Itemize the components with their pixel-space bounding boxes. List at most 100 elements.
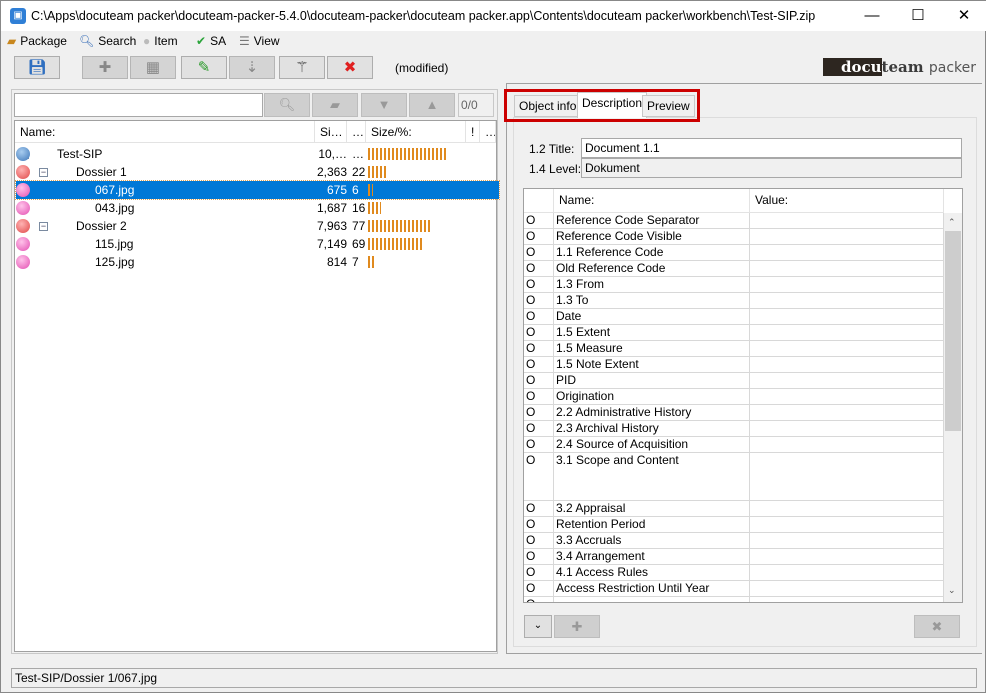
- row-value[interactable]: [750, 501, 944, 516]
- scrollbar-thumb[interactable]: [945, 231, 961, 431]
- column-size-bar[interactable]: Size/%:: [366, 121, 466, 143]
- add-field-button[interactable]: ✚: [554, 615, 600, 638]
- menu-view[interactable]: ☰ View: [239, 34, 280, 48]
- metadata-row[interactable]: O 3.4 Arrangement: [524, 549, 944, 565]
- search-button[interactable]: 🔍︎: [264, 93, 310, 117]
- metadata-row[interactable]: O Reference Code Visible: [524, 229, 944, 245]
- row-value[interactable]: [750, 533, 944, 548]
- metadata-row[interactable]: O Old Reference Code: [524, 261, 944, 277]
- row-value[interactable]: [750, 581, 944, 596]
- row-value[interactable]: [750, 325, 944, 340]
- row-value[interactable]: [750, 309, 944, 324]
- metadata-row[interactable]: O 3.2 Appraisal: [524, 501, 944, 517]
- menu-search[interactable]: 🔍︎ Search: [79, 34, 136, 48]
- remove-field-button[interactable]: ✖: [914, 615, 960, 638]
- row-value[interactable]: [750, 597, 944, 602]
- column-value[interactable]: Value:: [750, 189, 944, 213]
- row-value[interactable]: [750, 565, 944, 580]
- tree-row[interactable]: 125.jpg 814 7: [16, 253, 499, 271]
- collapse-icon[interactable]: −: [39, 222, 48, 231]
- row-value[interactable]: [750, 389, 944, 404]
- row-flag: O: [524, 437, 554, 452]
- root-icon: [16, 147, 30, 161]
- column-size[interactable]: Si…: [315, 121, 347, 143]
- metadata-row[interactable]: O Retention Period: [524, 517, 944, 533]
- title-field[interactable]: Document 1.1: [581, 138, 962, 158]
- row-flag: O: [524, 229, 554, 244]
- row-value[interactable]: [750, 373, 944, 388]
- sort-button[interactable]: ⇣: [229, 56, 275, 79]
- tree-row[interactable]: − Dossier 2 7,963 77: [16, 217, 499, 235]
- wand-button[interactable]: ⚚: [279, 56, 325, 79]
- node-percent: 22: [352, 165, 366, 179]
- minimize-button[interactable]: —: [849, 1, 895, 31]
- metadata-row[interactable]: O: [524, 597, 944, 602]
- metadata-row[interactable]: O PID: [524, 373, 944, 389]
- delete-button[interactable]: ✖: [327, 56, 373, 79]
- metadata-row[interactable]: O 1.5 Note Extent: [524, 357, 944, 373]
- row-value[interactable]: [750, 405, 944, 420]
- metadata-row[interactable]: O 1.1 Reference Code: [524, 245, 944, 261]
- tree-row[interactable]: 115.jpg 7,149 69: [16, 235, 499, 253]
- metadata-row[interactable]: O 3.1 Scope and Content: [524, 453, 944, 501]
- tree-row[interactable]: −Test-SIP10,……: [16, 145, 499, 163]
- previous-result-button[interactable]: ▲: [409, 93, 455, 117]
- search-input[interactable]: [14, 93, 263, 117]
- row-value[interactable]: [750, 357, 944, 372]
- row-value[interactable]: [750, 341, 944, 356]
- close-button[interactable]: ✕: [941, 1, 986, 31]
- menu-item[interactable]: ● Item: [143, 34, 178, 48]
- row-value[interactable]: [750, 293, 944, 308]
- column-percent[interactable]: …: [347, 121, 366, 143]
- metadata-row[interactable]: O 2.2 Administrative History: [524, 405, 944, 421]
- row-value[interactable]: [750, 277, 944, 292]
- metadata-row[interactable]: O 3.3 Accruals: [524, 533, 944, 549]
- metadata-row[interactable]: O Reference Code Separator: [524, 213, 944, 229]
- metadata-row[interactable]: O 1.5 Measure: [524, 341, 944, 357]
- scrollbar[interactable]: ⌃ ⌄: [944, 213, 962, 602]
- column-extra[interactable]: …: [480, 121, 496, 143]
- row-value[interactable]: [750, 437, 944, 452]
- file-icon: [16, 201, 30, 215]
- row-value[interactable]: [750, 549, 944, 564]
- metadata-row[interactable]: O 2.3 Archival History: [524, 421, 944, 437]
- arrow-down-icon: ▼: [377, 97, 391, 112]
- row-value[interactable]: [750, 453, 944, 500]
- menu-sa[interactable]: ✔ SA: [196, 34, 226, 48]
- save-button[interactable]: 💾︎: [14, 56, 60, 79]
- metadata-row[interactable]: O 4.1 Access Rules: [524, 565, 944, 581]
- row-value[interactable]: [750, 261, 944, 276]
- row-value[interactable]: [750, 213, 944, 228]
- maximize-button[interactable]: ☐: [895, 1, 941, 31]
- scroll-down-icon[interactable]: ⌄: [948, 585, 956, 596]
- group-button[interactable]: ▦: [130, 56, 176, 79]
- menu-package[interactable]: ▰ Package: [7, 34, 67, 48]
- metadata-row[interactable]: O 1.3 To: [524, 293, 944, 309]
- row-value[interactable]: [750, 229, 944, 244]
- tree-row[interactable]: 043.jpg 1,687 16: [16, 199, 499, 217]
- metadata-row[interactable]: O Origination: [524, 389, 944, 405]
- metadata-row[interactable]: O Date: [524, 309, 944, 325]
- field-dropdown[interactable]: ⌄: [524, 615, 552, 638]
- metadata-row[interactable]: O 1.3 From: [524, 277, 944, 293]
- collapse-icon[interactable]: −: [39, 168, 48, 177]
- metadata-row[interactable]: O Access Restriction Until Year: [524, 581, 944, 597]
- node-name: 125.jpg: [95, 255, 135, 269]
- next-result-button[interactable]: ▼: [361, 93, 407, 117]
- app-icon: ▣: [10, 8, 26, 24]
- column-name[interactable]: Name:: [554, 189, 750, 213]
- row-value[interactable]: [750, 517, 944, 532]
- add-button[interactable]: ✚: [82, 56, 128, 79]
- scroll-up-icon[interactable]: ⌃: [948, 217, 956, 228]
- column-flag[interactable]: !: [466, 121, 480, 143]
- tree-row[interactable]: − Dossier 1 2,363 22: [16, 163, 499, 181]
- clear-search-button[interactable]: ▰: [312, 93, 358, 117]
- check-icon: ✔: [196, 34, 207, 48]
- metadata-row[interactable]: O 2.4 Source of Acquisition: [524, 437, 944, 453]
- row-value[interactable]: [750, 421, 944, 436]
- edit-button[interactable]: ✎: [181, 56, 227, 79]
- column-name[interactable]: Name:: [15, 121, 315, 143]
- row-value[interactable]: [750, 245, 944, 260]
- metadata-row[interactable]: O 1.5 Extent: [524, 325, 944, 341]
- tree-row[interactable]: 067.jpg 675 6: [15, 180, 500, 200]
